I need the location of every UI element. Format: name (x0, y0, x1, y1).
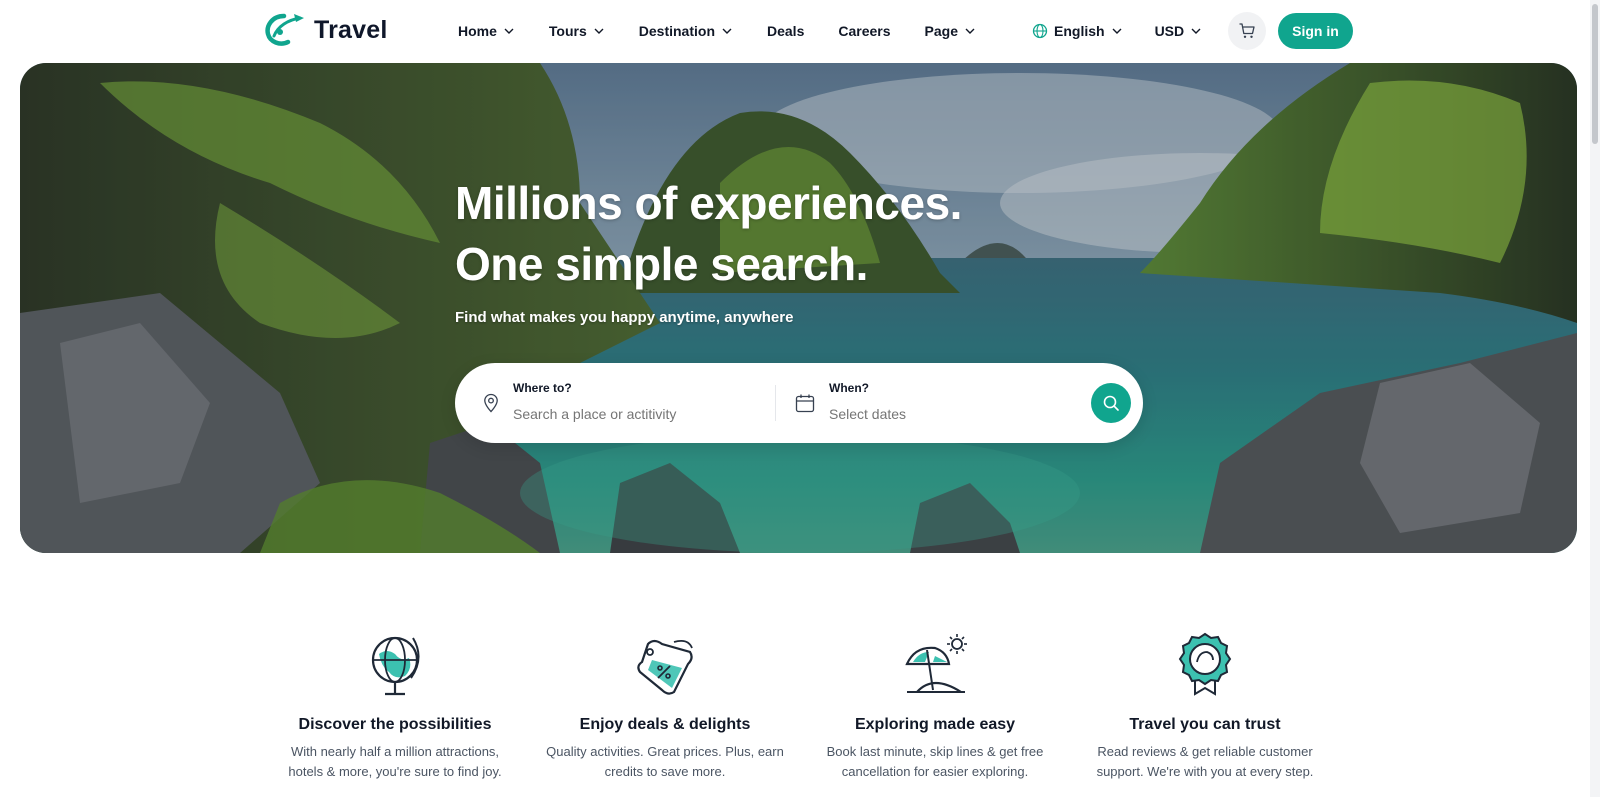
chevron-down-icon (594, 28, 604, 34)
where-input[interactable] (513, 406, 753, 422)
site-header: Travel Home Tours Destination Deals Care… (0, 0, 1590, 62)
chevron-down-icon (965, 28, 975, 34)
feature-title: Discover the possibilities (298, 716, 492, 733)
scrollbar-thumb[interactable] (1592, 4, 1598, 144)
feature-description: With nearly half a million attractions, … (288, 744, 502, 779)
feature-title: Travel you can trust (1129, 716, 1281, 733)
page-scrollbar[interactable] (1590, 0, 1600, 797)
chevron-down-icon (1191, 28, 1201, 34)
nav-item-label: Home (458, 23, 497, 39)
language-selector[interactable]: English (1032, 23, 1123, 39)
feature-card: Enjoy deals & delights Quality activitie… (530, 630, 800, 782)
hero-content: Millions of experiences. One simple sear… (455, 173, 962, 326)
logo-icon (265, 13, 304, 46)
feature-title: Enjoy deals & delights (579, 716, 751, 733)
feature-description: Quality activities. Great prices. Plus, … (546, 744, 784, 779)
calendar-icon (795, 394, 815, 413)
beach-umbrella-icon (905, 634, 967, 693)
main-nav: Home Tours Destination Deals Careers Pag… (458, 20, 1010, 42)
currency-selector[interactable]: USD (1155, 23, 1203, 39)
feature-card: Discover the possibilities With nearly h… (260, 630, 530, 782)
where-label: Where to? (513, 381, 572, 395)
search-divider (775, 385, 776, 421)
nav-item-home[interactable]: Home (458, 20, 515, 42)
globe-icon (371, 636, 420, 696)
brand-name: Travel (314, 15, 388, 44)
header-actions: English USD Sign in (1032, 12, 1353, 50)
nav-item-deals[interactable]: Deals (767, 20, 804, 42)
nav-item-label: Page (924, 23, 958, 39)
hero-title-line1: Millions of experiences. (455, 177, 962, 229)
chevron-down-icon (504, 28, 514, 34)
map-pin-icon (484, 393, 498, 413)
signin-button[interactable]: Sign in (1278, 13, 1353, 49)
features-section: Discover the possibilities With nearly h… (260, 630, 1340, 782)
language-label: English (1054, 23, 1105, 39)
search-icon (1103, 395, 1119, 411)
feature-description: Book last minute, skip lines & get free … (826, 744, 1044, 779)
where-field[interactable]: Where to? (483, 379, 753, 424)
search-bar: Where to? When? (455, 363, 1143, 443)
feature-card: Travel you can trust Read reviews & get … (1070, 630, 1340, 782)
feature-card: Exploring made easy Book last minute, sk… (800, 630, 1070, 782)
when-label: When? (829, 381, 869, 395)
discount-tag-icon (637, 639, 693, 695)
when-input[interactable] (829, 406, 1069, 422)
cart-button[interactable] (1228, 12, 1267, 50)
feature-title: Exploring made easy (854, 716, 1016, 733)
brand-logo[interactable]: Travel (264, 12, 387, 48)
nav-item-tours[interactable]: Tours (549, 20, 605, 42)
hero-title-line2: One simple search. (455, 238, 868, 290)
feature-description: Read reviews & get reliable customer sup… (1096, 744, 1314, 779)
nav-item-label: Deals (767, 23, 805, 39)
nav-item-label: Careers (838, 23, 891, 39)
nav-item-page[interactable]: Page (925, 20, 976, 42)
award-badge-icon (1178, 632, 1232, 696)
currency-label: USD (1154, 23, 1185, 39)
nav-item-careers[interactable]: Careers (838, 20, 890, 42)
search-button[interactable] (1091, 383, 1131, 423)
chevron-down-icon (722, 28, 732, 34)
chevron-down-icon (1112, 28, 1122, 34)
nav-item-label: Destination (638, 23, 715, 39)
hero-subtitle: Find what makes you happy anytime, anywh… (455, 309, 794, 326)
cart-icon (1239, 23, 1255, 38)
hero-title: Millions of experiences. One simple sear… (455, 173, 962, 295)
when-field[interactable]: When? (795, 379, 1069, 424)
nav-item-label: Tours (548, 23, 587, 39)
hero-banner: Millions of experiences. One simple sear… (20, 63, 1577, 553)
nav-item-destination[interactable]: Destination (639, 20, 733, 42)
globe-icon (1032, 23, 1048, 39)
